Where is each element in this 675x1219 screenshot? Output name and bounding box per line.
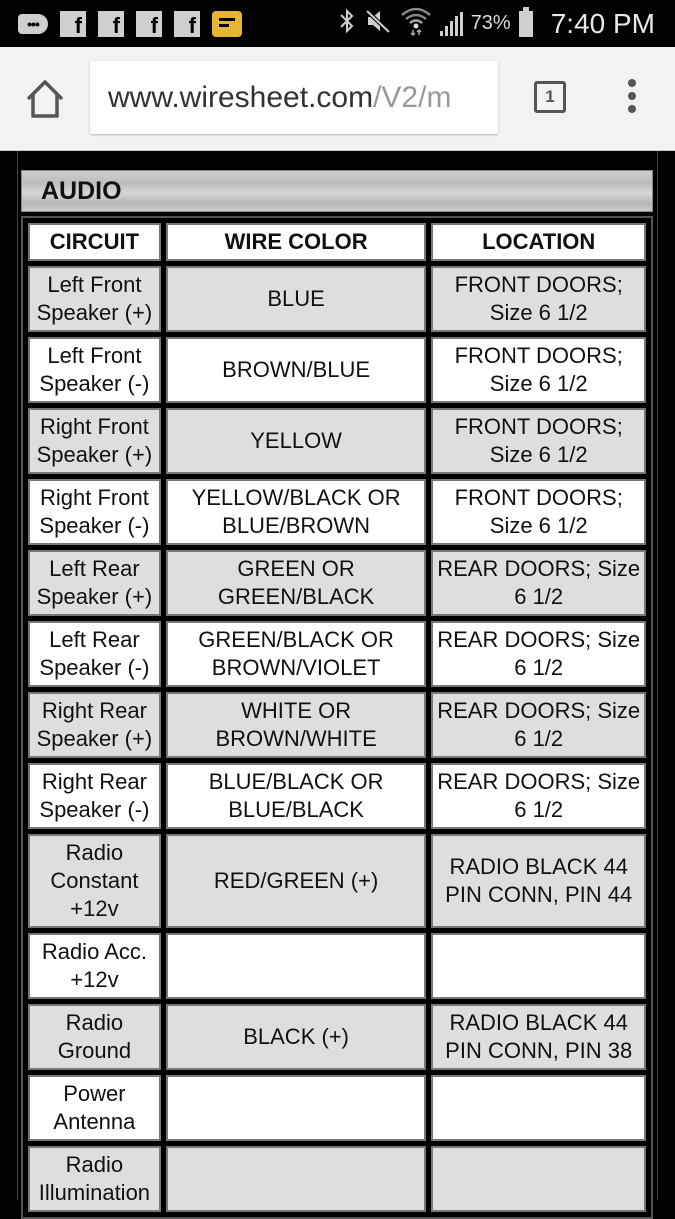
message-icon	[212, 10, 242, 37]
cell-circuit: Right Rear Speaker (-)	[28, 763, 161, 829]
cell-wire-color: GREEN/BLACK OR BROWN/VIOLET	[165, 621, 427, 687]
home-icon	[26, 80, 64, 118]
table-row: Radio Constant +12v RED/GREEN (+) RADIO …	[28, 834, 646, 928]
cell-wire-color: WHITE OR BROWN/WHITE	[165, 692, 427, 758]
header-location: LOCATION	[431, 223, 646, 261]
battery-percent: 73%	[470, 12, 511, 34]
menu-dot-icon	[628, 79, 636, 87]
cell-location	[431, 1146, 646, 1212]
bluetooth-icon	[338, 8, 356, 39]
cell-wire-color: BLUE/BLACK OR BLUE/BLACK	[165, 763, 427, 829]
cell-circuit: Radio Constant +12v	[28, 834, 161, 928]
cell-wire-color	[165, 933, 427, 999]
wifi-icon	[400, 6, 432, 41]
signal-icon	[439, 11, 463, 36]
table-row: Right Rear Speaker (-) BLUE/BLACK OR BLU…	[28, 763, 646, 829]
cell-circuit: Radio Acc. +12v	[28, 933, 161, 999]
cell-location: FRONT DOORS; Size 6 1/2	[431, 408, 646, 474]
facebook-icon: f	[98, 10, 124, 37]
cell-circuit: Left Front Speaker (+)	[28, 266, 161, 332]
cell-wire-color: RED/GREEN (+)	[165, 834, 427, 928]
table-row: Left Front Speaker (-) BROWN/BLUE FRONT …	[28, 337, 646, 403]
tab-switcher-button[interactable]: 1	[534, 81, 566, 113]
cell-circuit: Right Front Speaker (-)	[28, 479, 161, 545]
cell-circuit: Radio Ground	[28, 1004, 161, 1070]
url-domain: www.wiresheet.com	[108, 80, 374, 114]
cell-location: REAR DOORS; Size 6 1/2	[431, 621, 646, 687]
cell-location	[431, 1075, 646, 1141]
cell-location: REAR DOORS; Size 6 1/2	[431, 692, 646, 758]
status-bar: ••• f f f f 73% 7:40 PM	[0, 0, 675, 47]
section-title: AUDIO	[21, 170, 653, 212]
facebook-icon: f	[60, 10, 86, 37]
cell-circuit: Left Front Speaker (-)	[28, 337, 161, 403]
table-row: Radio Illumination	[28, 1146, 646, 1212]
table-row: Left Rear Speaker (-) GREEN/BLACK OR BRO…	[28, 621, 646, 687]
system-icons: 73% 7:40 PM	[338, 6, 675, 41]
table-row: Right Front Speaker (-) YELLOW/BLACK OR …	[28, 479, 646, 545]
tab-count: 1	[545, 87, 555, 106]
browser-toolbar: www.wiresheet.com/V2/m 1	[0, 47, 675, 151]
cell-location: FRONT DOORS; Size 6 1/2	[431, 337, 646, 403]
cell-location: RADIO BLACK 44 PIN CONN, PIN 44	[431, 834, 646, 928]
facebook-icon: f	[174, 10, 200, 37]
overflow-menu-button[interactable]	[622, 79, 642, 119]
cell-location: REAR DOORS; Size 6 1/2	[431, 763, 646, 829]
table-row: Radio Ground BLACK (+) RADIO BLACK 44 PI…	[28, 1004, 646, 1070]
header-wire-color: WIRE COLOR	[165, 223, 427, 261]
url-path: /V2/m	[373, 80, 452, 114]
table-row: Left Front Speaker (+) BLUE FRONT DOORS;…	[28, 266, 646, 332]
cell-circuit: Right Rear Speaker (+)	[28, 692, 161, 758]
cell-circuit: Power Antenna	[28, 1075, 161, 1141]
cell-circuit: Right Front Speaker (+)	[28, 408, 161, 474]
cell-location: FRONT DOORS; Size 6 1/2	[431, 479, 646, 545]
cell-location: REAR DOORS; Size 6 1/2	[431, 550, 646, 616]
table-row: Right Rear Speaker (+) WHITE OR BROWN/WH…	[28, 692, 646, 758]
cell-wire-color	[165, 1075, 427, 1141]
cell-location	[431, 933, 646, 999]
page-content[interactable]: AUDIO CIRCUIT WIRE COLOR LOCATION Left F…	[0, 151, 675, 1219]
table-row: Power Antenna	[28, 1075, 646, 1141]
cell-location: RADIO BLACK 44 PIN CONN, PIN 38	[431, 1004, 646, 1070]
home-button[interactable]	[22, 77, 68, 121]
table-row: Right Front Speaker (+) YELLOW FRONT DOO…	[28, 408, 646, 474]
menu-dot-icon	[628, 92, 636, 100]
url-bar[interactable]: www.wiresheet.com/V2/m	[90, 61, 498, 134]
table-header-row: CIRCUIT WIRE COLOR LOCATION	[28, 223, 646, 261]
notification-icons: ••• f f f f	[0, 10, 242, 37]
facebook-icon: f	[136, 10, 162, 37]
battery-charging-icon	[518, 6, 533, 37]
cell-wire-color	[165, 1146, 427, 1212]
cell-wire-color: YELLOW/BLACK OR BLUE/BROWN	[165, 479, 427, 545]
cell-circuit: Radio Illumination	[28, 1146, 161, 1212]
cell-wire-color: GREEN OR GREEN/BLACK	[165, 550, 427, 616]
cell-location: FRONT DOORS; Size 6 1/2	[431, 266, 646, 332]
clock: 7:40 PM	[550, 7, 655, 39]
wiring-table: CIRCUIT WIRE COLOR LOCATION Left Front S…	[21, 216, 653, 1219]
cell-wire-color: BLUE	[165, 266, 427, 332]
cell-wire-color: YELLOW	[165, 408, 427, 474]
table-row: Radio Acc. +12v	[28, 933, 646, 999]
cell-wire-color: BROWN/BLUE	[165, 337, 427, 403]
menu-dot-icon	[628, 105, 636, 113]
table-row: Left Rear Speaker (+) GREEN OR GREEN/BLA…	[28, 550, 646, 616]
more-notifications-icon: •••	[18, 13, 48, 34]
header-circuit: CIRCUIT	[28, 223, 161, 261]
mute-icon	[364, 8, 392, 39]
cell-circuit: Left Rear Speaker (-)	[28, 621, 161, 687]
cell-wire-color: BLACK (+)	[165, 1004, 427, 1070]
cell-circuit: Left Rear Speaker (+)	[28, 550, 161, 616]
